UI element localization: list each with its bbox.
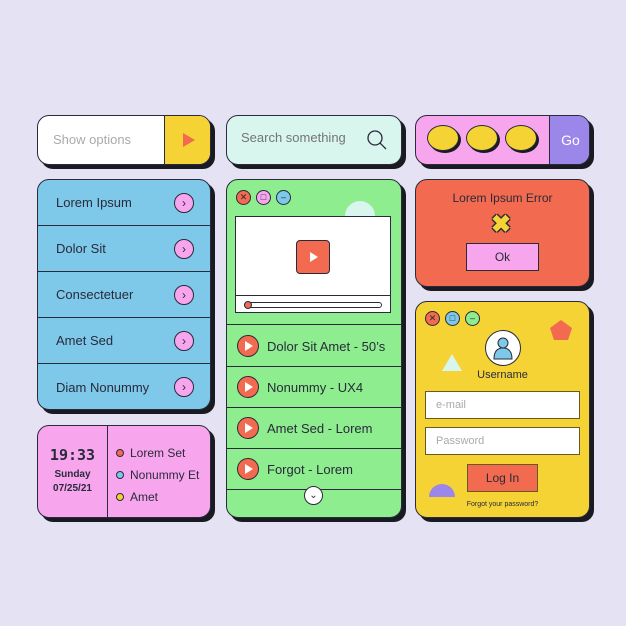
speech-bubble-icon — [505, 125, 537, 151]
play-icon[interactable] — [237, 376, 259, 398]
playlist-item[interactable]: Nonummy - UX4 — [227, 367, 401, 408]
list-item-label: Consectetuer — [56, 287, 134, 302]
list-item-label: Amet Sed — [56, 333, 114, 348]
chat-bar: Go — [415, 115, 590, 165]
show-options-button[interactable] — [164, 116, 210, 164]
playlist-item[interactable]: Dolor Sit Amet - 50’s — [227, 326, 401, 367]
minimize-icon[interactable]: – — [465, 311, 480, 326]
close-icon[interactable]: ✕ — [236, 190, 251, 205]
play-icon[interactable] — [237, 458, 259, 480]
maximize-icon[interactable]: □ — [256, 190, 271, 205]
play-icon — [310, 252, 318, 262]
search-icon[interactable] — [365, 128, 389, 152]
status-dot — [116, 471, 124, 479]
speech-bubble-icon — [427, 125, 459, 151]
show-options-label: Show options — [53, 132, 132, 147]
chevron-right-icon[interactable]: › — [174, 330, 194, 351]
list-item-label: Diam Nonummy — [56, 379, 150, 395]
list-item[interactable]: Consectetuer › — [38, 272, 210, 318]
list-item[interactable]: Diam Nonummy › — [38, 364, 210, 409]
list-item[interactable]: Lorem Ipsum › — [38, 180, 210, 226]
event-item: Lorem Set — [116, 442, 199, 464]
chevron-right-icon[interactable]: › — [174, 377, 194, 397]
status-dot — [116, 449, 124, 457]
clock-time: 19:33 — [49, 446, 96, 464]
maximize-icon[interactable]: □ — [445, 311, 460, 326]
playlist-item[interactable]: Amet Sed - Lorem — [227, 408, 401, 449]
go-button[interactable]: Go — [549, 116, 589, 164]
chevron-right-icon[interactable]: › — [174, 238, 194, 259]
semicircle-shape — [429, 484, 455, 497]
username-label: Username — [477, 369, 528, 381]
close-icon[interactable]: ✕ — [425, 311, 440, 326]
clock-day: Sunday — [54, 469, 91, 480]
event-item: Amet — [116, 486, 199, 508]
ok-button[interactable]: Ok — [466, 243, 539, 271]
clock-date: 07/25/21 — [53, 483, 92, 494]
chevron-down-icon[interactable]: ⌄ — [304, 486, 323, 505]
speech-bubble-icon — [466, 125, 498, 151]
error-dialog: Lorem Ipsum Error ✖ Ok — [415, 179, 590, 287]
password-field[interactable]: Password — [425, 427, 580, 455]
forgot-password-link[interactable]: Forgot your password? — [416, 501, 589, 508]
chevron-right-icon[interactable]: › — [174, 284, 194, 305]
email-field[interactable]: e-mail — [425, 391, 580, 419]
minimize-icon[interactable]: – — [276, 190, 291, 205]
media-player: ✕ □ – Dolor Sit Amet - 50’s Nonummy - UX… — [226, 179, 402, 518]
progress-handle[interactable] — [244, 301, 252, 309]
clock-widget: 19:33 Sunday 07/25/21 Lorem Set Nonummy … — [37, 425, 211, 518]
list-item[interactable]: Amet Sed › — [38, 318, 210, 364]
video-frame[interactable] — [235, 216, 391, 313]
play-icon — [182, 133, 195, 147]
menu-list: Lorem Ipsum › Dolor Sit › Consectetuer › Am… — [37, 179, 211, 410]
search-bar[interactable] — [226, 115, 402, 165]
playlist-item[interactable]: Forgot - Lorem — [227, 449, 401, 490]
list-item-label: Lorem Ipsum — [56, 195, 132, 210]
status-dot — [116, 493, 124, 501]
progress-bar[interactable] — [244, 302, 382, 308]
login-window: ✕ □ – Username e-mail Password Log In Fo… — [415, 301, 590, 518]
login-button[interactable]: Log In — [467, 464, 538, 492]
search-input[interactable] — [241, 130, 361, 145]
go-label: Go — [561, 132, 580, 148]
list-item[interactable]: Dolor Sit › — [38, 226, 210, 272]
user-icon — [493, 337, 513, 360]
event-item: Nonummy Et — [116, 464, 199, 486]
show-options-bar[interactable]: Show options — [37, 115, 211, 165]
play-icon[interactable] — [237, 335, 259, 357]
pentagon-shape — [550, 320, 572, 340]
avatar — [485, 330, 521, 366]
error-title: Lorem Ipsum Error — [452, 191, 553, 205]
play-button[interactable] — [296, 240, 330, 274]
chevron-right-icon[interactable]: › — [174, 192, 194, 213]
list-item-label: Dolor Sit — [56, 241, 106, 256]
play-icon[interactable] — [237, 417, 259, 439]
error-x-icon: ✖ — [491, 211, 512, 238]
